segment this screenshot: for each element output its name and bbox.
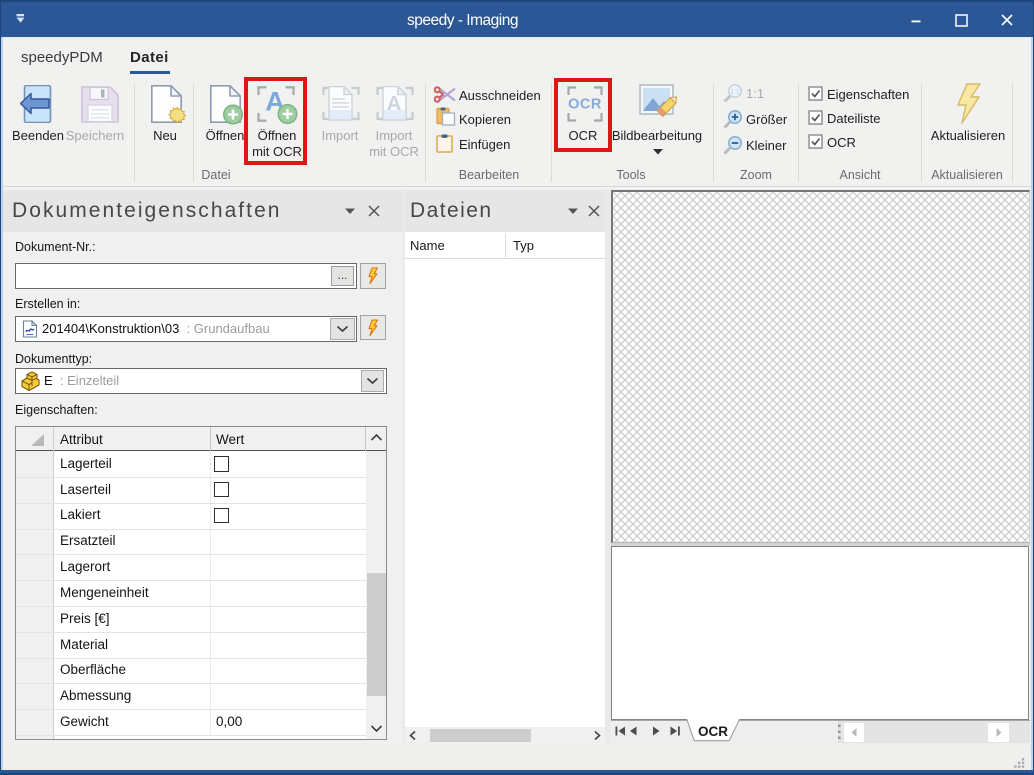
svg-text:1:1: 1:1 [730,89,739,96]
